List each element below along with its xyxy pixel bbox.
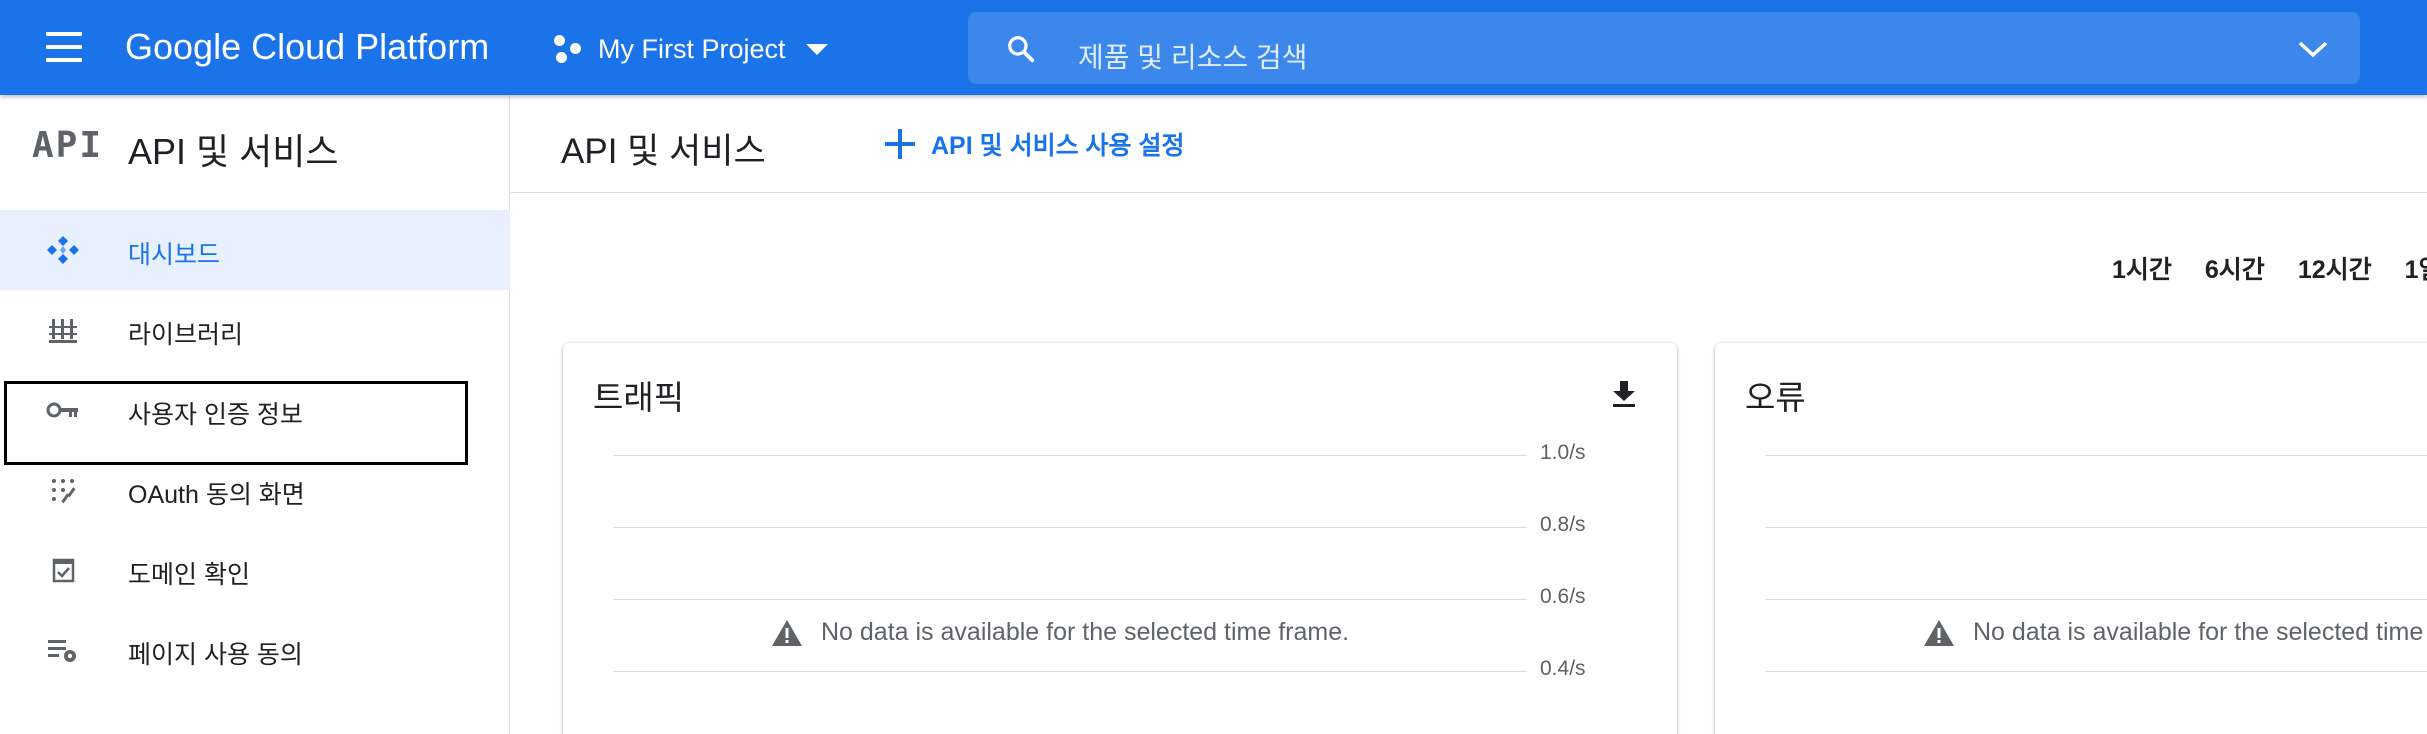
project-selector[interactable]: My First Project bbox=[552, 26, 828, 72]
no-data-message: No data is available for the selected ti… bbox=[1923, 618, 2427, 647]
chart-gridline bbox=[1765, 599, 2427, 600]
menu-icon-bar bbox=[46, 58, 82, 62]
y-axis-tick-label: 0.4/s bbox=[1540, 657, 1586, 680]
dashboard-icon bbox=[47, 236, 79, 264]
key-icon bbox=[46, 402, 78, 418]
errors-card-title: 오류 bbox=[1745, 379, 1806, 416]
sidebar-item-label: 페이지 사용 동의 bbox=[128, 641, 303, 669]
warning-icon bbox=[1924, 619, 1954, 646]
top-app-bar: Google Cloud Platform My First Project 제… bbox=[0, 0, 2427, 95]
no-data-text: No data is available for the selected ti… bbox=[1973, 618, 2427, 646]
sidebar-item-label: 사용자 인증 정보 bbox=[128, 401, 303, 429]
chart-gridline bbox=[613, 599, 1527, 600]
no-data-message: No data is available for the selected ti… bbox=[771, 618, 1349, 647]
chart-gridline bbox=[1765, 527, 2427, 528]
sidebar: API API 및 서비스 대시보드 라이브러리 사용자 인증 정보 OAuth… bbox=[0, 95, 510, 734]
sidebar-item-page-usage-agreement[interactable]: 페이지 사용 동의 bbox=[0, 610, 510, 690]
plus-icon bbox=[885, 129, 915, 159]
chart-gridline bbox=[613, 455, 1527, 456]
chevron-down-icon[interactable] bbox=[2296, 38, 2330, 60]
dropdown-arrow-icon bbox=[805, 43, 828, 55]
chart-gridline bbox=[1765, 671, 2427, 672]
main-menu-button[interactable] bbox=[30, 24, 98, 70]
chart-gridline bbox=[1765, 455, 2427, 456]
search-icon bbox=[1008, 36, 1035, 63]
library-icon bbox=[49, 319, 77, 343]
sidebar-item-label: 도메인 확인 bbox=[128, 561, 250, 589]
enable-apis-button[interactable]: API 및 서비스 사용 설정 bbox=[885, 119, 1184, 169]
search-input[interactable]: 제품 및 리소스 검색 bbox=[1078, 36, 1307, 76]
sidebar-item-label: 라이브러리 bbox=[128, 321, 244, 349]
api-logo-icon: API bbox=[32, 125, 104, 166]
sidebar-item-oauth-consent[interactable]: OAuth 동의 화면 bbox=[0, 450, 510, 530]
time-range-1d[interactable]: 1일 bbox=[2405, 250, 2427, 286]
warning-icon bbox=[772, 619, 802, 646]
oauth-consent-icon bbox=[52, 479, 76, 504]
sidebar-item-domain-verification[interactable]: 도메인 확인 bbox=[0, 530, 510, 610]
sidebar-item-library[interactable]: 라이브러리 bbox=[0, 290, 510, 370]
page-title: API 및 서비스 bbox=[561, 132, 766, 171]
enable-apis-label: API 및 서비스 사용 설정 bbox=[931, 132, 1185, 160]
chart-gridline bbox=[613, 671, 1527, 672]
sidebar-title: API 및 서비스 bbox=[128, 131, 339, 172]
search-bar[interactable]: 제품 및 리소스 검색 bbox=[968, 12, 2360, 84]
project-icon bbox=[552, 33, 584, 65]
project-name: My First Project bbox=[598, 33, 786, 64]
sidebar-item-label: OAuth 동의 화면 bbox=[128, 481, 305, 509]
traffic-card-title: 트래픽 bbox=[593, 379, 685, 416]
time-range-selector: 1시간 6시간 12시간 1일 bbox=[2112, 250, 2427, 286]
main-header: API 및 서비스 API 및 서비스 사용 설정 bbox=[511, 95, 2427, 193]
sidebar-header: API API 및 서비스 bbox=[0, 95, 510, 191]
errors-card: 오류 No data is available for the selected… bbox=[1715, 343, 2427, 734]
sidebar-item-dashboard[interactable]: 대시보드 bbox=[0, 210, 510, 290]
sidebar-item-credentials[interactable]: 사용자 인증 정보 bbox=[0, 370, 510, 450]
y-axis-tick-label: 1.0/s bbox=[1540, 441, 1586, 464]
menu-icon-bar bbox=[46, 45, 82, 49]
download-icon[interactable] bbox=[1609, 379, 1639, 409]
brand-logo[interactable]: Google Cloud Platform bbox=[125, 26, 489, 68]
page-usage-agreement-icon bbox=[48, 640, 76, 662]
chart-gridline bbox=[613, 527, 1527, 528]
time-range-12h[interactable]: 12시간 bbox=[2298, 250, 2372, 286]
traffic-card: 트래픽 1.0/s 0.8/s 0.6/s 0.4/s No data is a… bbox=[563, 343, 1677, 734]
time-range-6h[interactable]: 6시간 bbox=[2205, 250, 2265, 286]
menu-icon-bar bbox=[46, 32, 82, 36]
no-data-text: No data is available for the selected ti… bbox=[821, 618, 1350, 646]
time-range-1h[interactable]: 1시간 bbox=[2112, 250, 2172, 286]
domain-check-icon bbox=[52, 558, 75, 583]
sidebar-item-label: 대시보드 bbox=[128, 241, 221, 269]
y-axis-tick-label: 0.8/s bbox=[1540, 513, 1586, 536]
y-axis-tick-label: 0.6/s bbox=[1540, 585, 1586, 608]
